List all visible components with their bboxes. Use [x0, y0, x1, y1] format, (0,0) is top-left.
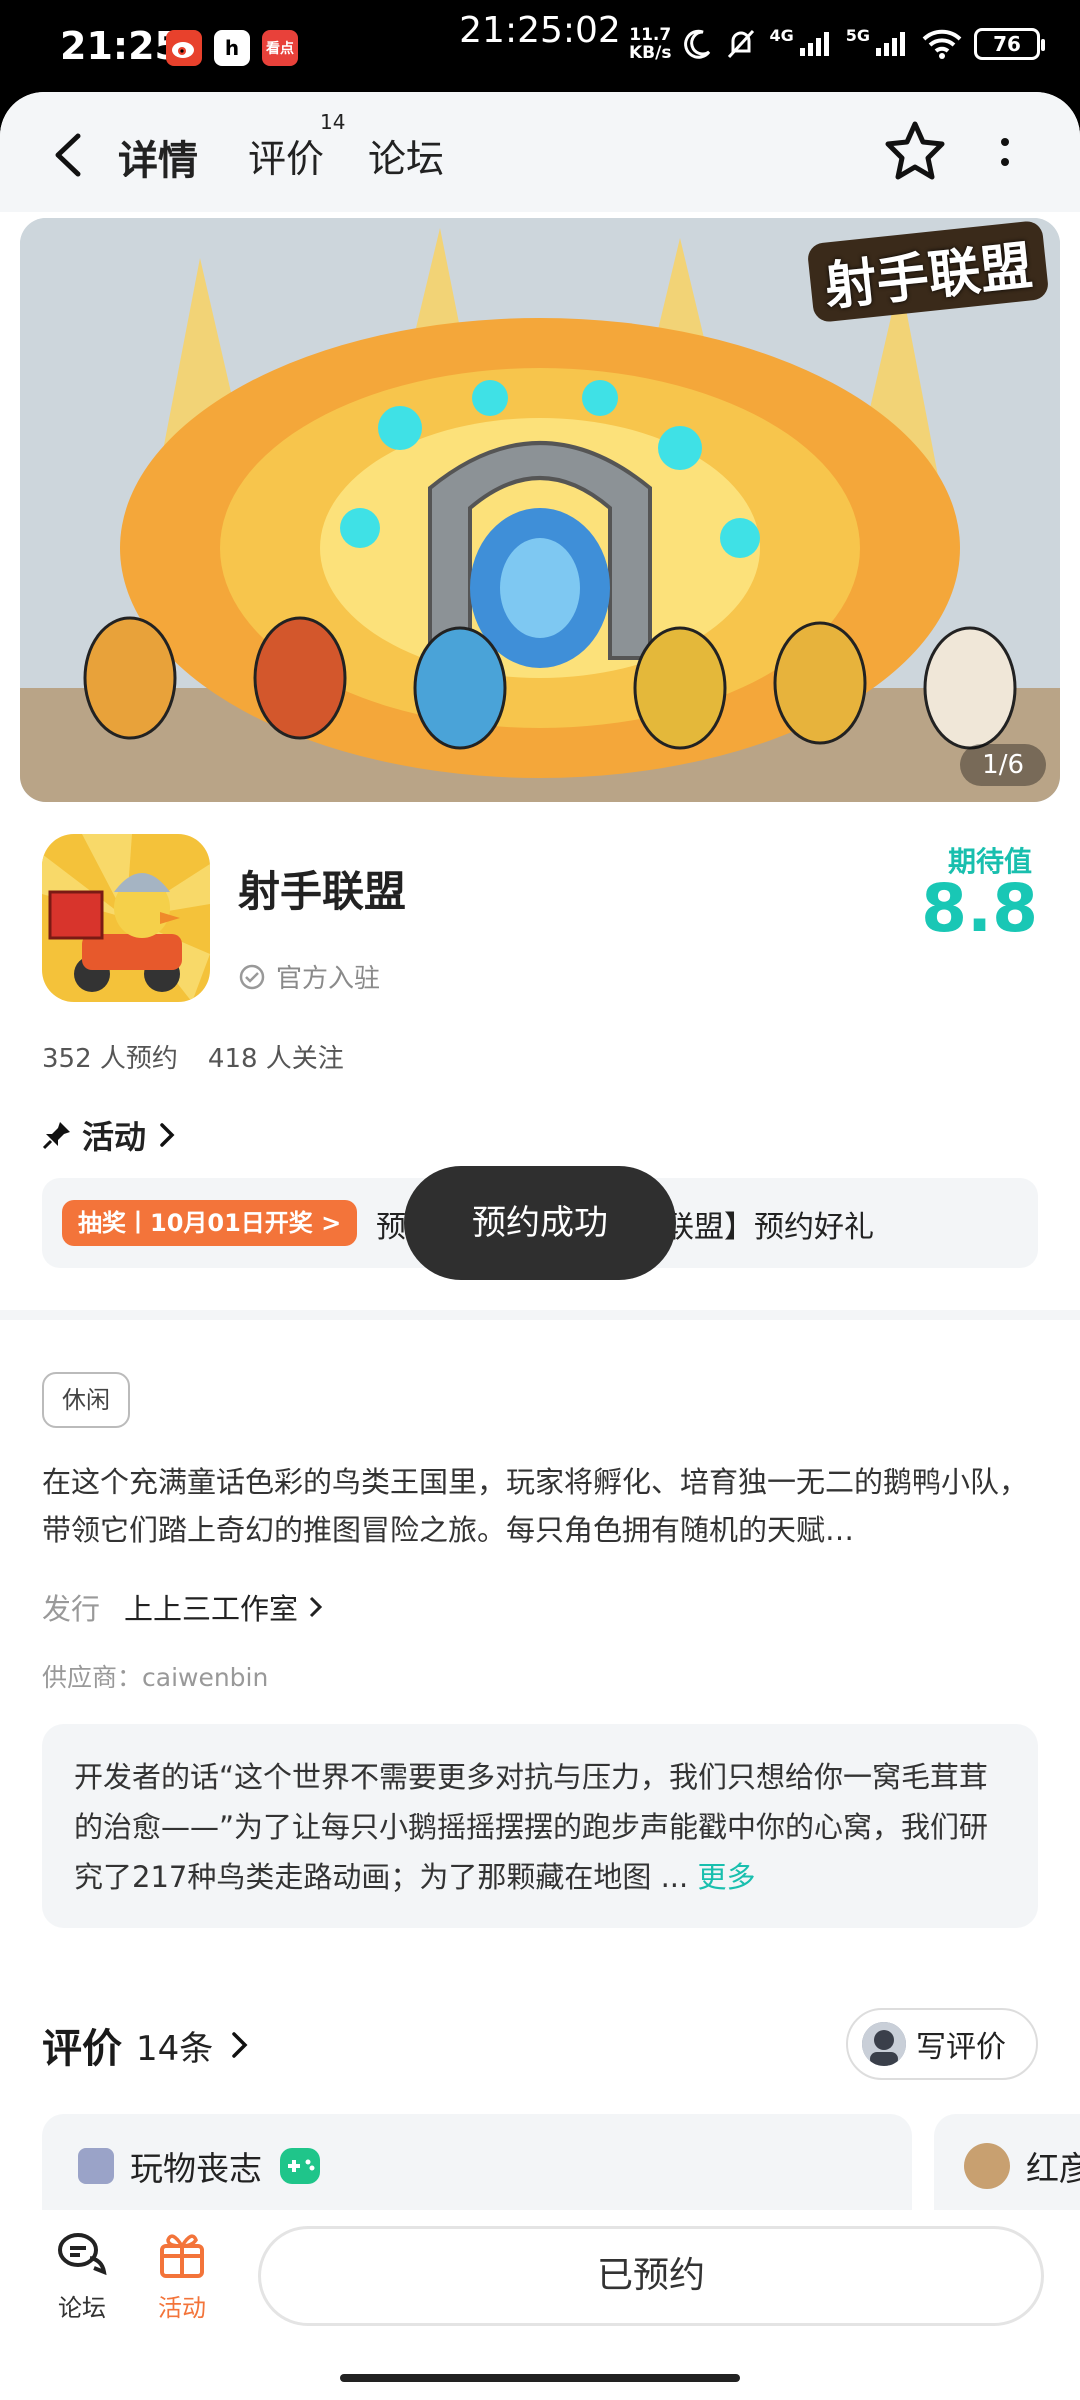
status-right-group: 11.7 KB/s 4G 5G 76	[629, 26, 1045, 62]
bottom-activity-label: 活动	[158, 2294, 206, 2322]
reviewer-name: 红彦	[1026, 2149, 1080, 2188]
tab-reviews-label: 评价	[248, 137, 325, 181]
write-review-label: 写评价	[916, 2030, 1006, 2065]
net-speed-value: 11.7	[629, 25, 672, 45]
moon-icon	[684, 29, 711, 59]
reviews-title: 评价	[42, 2026, 122, 2072]
bottom-forum-button[interactable]: 论坛	[32, 2226, 132, 2323]
reviewer-avatar	[964, 2143, 1010, 2189]
reserved-button[interactable]: 已预约	[258, 2226, 1044, 2326]
activity-title: 活动	[82, 1118, 147, 1156]
signal-5g-label: 5G	[845, 26, 870, 45]
chevron-right-icon	[232, 2032, 248, 2058]
net-speed: 11.7 KB/s	[629, 26, 671, 62]
tab-details-label: 详情	[118, 138, 198, 184]
reviewer-name: 玩物丧志	[130, 2149, 262, 2188]
bottom-forum-label: 论坛	[58, 2294, 106, 2322]
mute-bell-icon	[728, 29, 755, 59]
game-description[interactable]: 在这个充满童话色彩的鸟类王国里，玩家将孵化、培育独一无二的鹅鸭小队，带领它们踏上…	[42, 1458, 1038, 1554]
more-link[interactable]: 更多	[697, 1860, 755, 1894]
supplier-info: 供应商：caiwenbin	[42, 1663, 269, 1692]
app-icon	[42, 834, 210, 1002]
tab-details[interactable]: 详情	[114, 128, 202, 190]
genre-tag[interactable]: 休闲	[42, 1372, 130, 1428]
follower-count: 418 人关注	[207, 1044, 344, 1074]
screenshot-carousel[interactable]: 射手联盟 1/6	[20, 218, 1060, 802]
gift-icon	[160, 2234, 204, 2278]
official-badge: 官方入驻	[238, 958, 380, 995]
reviews-header[interactable]: 评价 14条	[42, 2016, 251, 2074]
wifi-icon	[922, 29, 962, 59]
developer-words-card[interactable]: 开发者的话“这个世界不需要更多对抗与压力，我们只想给你一窝毛茸茸的治愈——”为了…	[42, 1724, 1038, 1928]
publisher-name: 上上三工作室	[124, 1592, 299, 1626]
tab-forum[interactable]: 论坛	[368, 128, 444, 183]
gamepad-badge-icon	[280, 2148, 320, 2184]
verified-check-icon	[239, 964, 265, 989]
signal-4g-label: 4G	[769, 26, 794, 45]
reviews-count: 14条	[136, 2028, 214, 2069]
reservation-count: 352 人预约	[42, 1044, 178, 1074]
activity-text-left: 预	[376, 1210, 406, 1245]
home-indicator[interactable]	[340, 2374, 740, 2382]
back-arrow-icon[interactable]	[48, 130, 92, 180]
developer-words-text: 开发者的话“这个世界不需要更多对抗与压力，我们只想给你一窝毛茸茸的治愈——”为了…	[74, 1760, 989, 1894]
publisher-label: 发行	[42, 1592, 101, 1626]
app-name: 射手联盟	[238, 867, 407, 916]
carousel-counter: 1/6	[960, 744, 1046, 786]
signal-5g-icon	[876, 32, 905, 56]
lottery-tag: 抽奖丨10月01日开奖 >	[62, 1200, 358, 1246]
official-label: 官方入驻	[276, 964, 381, 994]
status-bar: 21:25 h 看点 21:25:02 11.7 KB/s 4G 5G 76	[0, 0, 1080, 92]
pin-icon	[42, 1122, 70, 1150]
forum-chat-icon	[58, 2233, 107, 2276]
net-speed-unit: KB/s	[629, 43, 672, 63]
activity-text-right: 联盟】预约好礼	[664, 1210, 874, 1245]
more-options-icon[interactable]	[990, 132, 1020, 172]
battery-indicator: 76	[974, 28, 1045, 60]
detail-page: 详情 评价 14 论坛 射手联盟 1/6 射手联盟 官方入驻 期待值 8.8 3…	[0, 92, 1080, 2400]
user-avatar	[862, 2022, 906, 2066]
top-nav: 详情 评价 14 论坛	[0, 92, 1080, 212]
app-stats: 352 人预约 418 人关注	[42, 1038, 344, 1075]
chevron-right-icon	[309, 1596, 323, 1618]
section-divider	[0, 1310, 1080, 1320]
tab-reviews-badge: 14	[320, 110, 346, 134]
write-review-button[interactable]: 写评价	[846, 2008, 1038, 2080]
tab-forum-label: 论坛	[368, 137, 445, 181]
reservation-success-toast: 预约成功	[404, 1166, 676, 1280]
publisher-row[interactable]: 发行 上上三工作室	[42, 1586, 324, 1628]
reviewer-info: 玩物丧志	[78, 2142, 322, 2190]
chevron-right-icon	[160, 1123, 175, 1147]
favorite-star-icon[interactable]	[884, 120, 946, 182]
signal-4g-icon	[799, 32, 829, 56]
tab-reviews[interactable]: 评价 14	[248, 110, 345, 183]
bottom-action-bar: 论坛 活动 已预约	[0, 2210, 1080, 2400]
expectation-score: 8.8	[921, 870, 1038, 947]
reviewer-avatar	[78, 2148, 114, 2184]
activity-section-header[interactable]: 活动	[42, 1112, 178, 1158]
reviewer-info: 红彦	[964, 2142, 1080, 2190]
bottom-activity-button[interactable]: 活动	[132, 2226, 232, 2323]
publisher-link[interactable]: 上上三工作室	[124, 1586, 324, 1628]
